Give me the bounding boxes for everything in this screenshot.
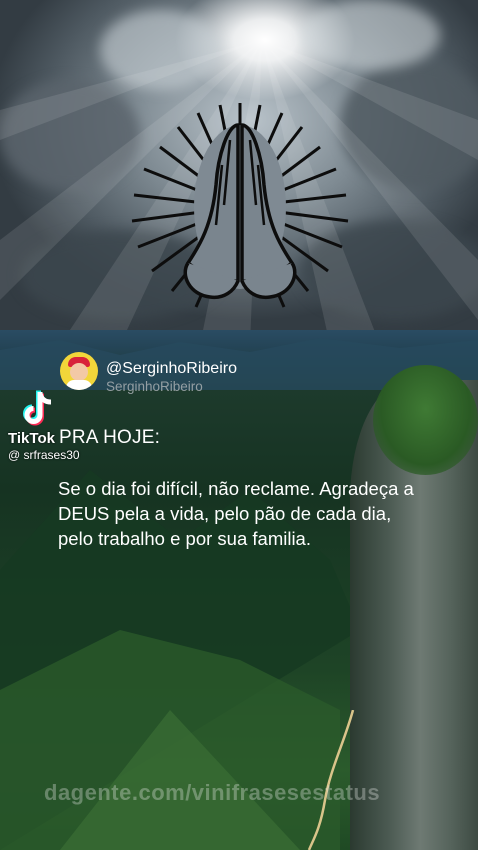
author-profile[interactable]: @SerginhoRibeiro SerginhoRibeiro: [60, 352, 237, 395]
post-message: Se o dia foi difícil, não reclame. Agrad…: [58, 478, 414, 549]
author-names: @SerginhoRibeiro SerginhoRibeiro: [106, 352, 237, 395]
praying-hands-icon: [131, 103, 349, 308]
cliff-vegetation: [373, 365, 478, 475]
author-username: SerginhoRibeiro: [106, 379, 203, 394]
site-watermark: dagente.com/vinifrasesestatus: [44, 780, 381, 805]
tiktok-brand: TikTok: [8, 430, 55, 447]
tiktok-logo-icon: [23, 390, 52, 426]
background-scene: [0, 0, 478, 850]
post-heading: PRA HOJE:: [59, 427, 161, 448]
avatar[interactable]: [60, 352, 98, 390]
author-display-name[interactable]: @SerginhoRibeiro: [106, 359, 237, 379]
tiktok-username: @ srfrases30: [8, 448, 80, 462]
